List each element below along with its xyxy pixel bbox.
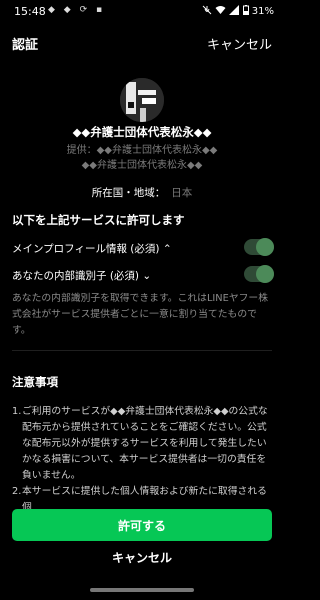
notification-icons: ◆ ◆ ⟳ ▪ bbox=[48, 5, 106, 15]
country-label: 所在国・地域： bbox=[91, 187, 166, 199]
toggle-knob bbox=[256, 238, 274, 256]
page-title: 認証 bbox=[12, 38, 39, 53]
country-value: 日本 bbox=[171, 187, 193, 199]
permission-toggle[interactable] bbox=[244, 238, 274, 256]
battery-percent: 31% bbox=[251, 6, 274, 17]
service-name: ◆◆弁護士団体代表松永◆◆ bbox=[72, 125, 212, 139]
permission-label[interactable]: メインプロフィール情報 (必須) ⌃ bbox=[12, 241, 172, 256]
status-right-icons: 31% bbox=[202, 5, 274, 17]
battery-icon bbox=[242, 5, 249, 15]
cancel-button[interactable]: キャンセル bbox=[0, 549, 284, 567]
permission-label[interactable]: あなたの内部識別子 (必須) ⌄ bbox=[12, 268, 151, 283]
provider-line: 提供：◆◆弁護士団体代表松永◆◆ bbox=[66, 145, 218, 156]
provider-line-2: ◆◆弁護士団体代表松永◆◆ bbox=[81, 160, 203, 171]
status-time: 15:48 bbox=[14, 5, 46, 18]
permission-main-profile[interactable]: メインプロフィール情報 (必須) ⌃ bbox=[12, 238, 274, 259]
permission-toggle[interactable] bbox=[244, 265, 274, 283]
header: 認証 キャンセル bbox=[0, 30, 284, 56]
mute-icon bbox=[202, 5, 212, 15]
notice-number: 2. bbox=[12, 486, 22, 497]
permissions-title: 以下を上記サービスに許可します bbox=[12, 213, 185, 227]
permission-internal-id[interactable]: あなたの内部識別子 (必須) ⌄ bbox=[12, 265, 274, 286]
toggle-knob bbox=[256, 265, 274, 283]
header-cancel-button[interactable]: キャンセル bbox=[207, 34, 272, 53]
permission-description: あなたの内部識別子を取得できます。これはLINEヤフー株式会社がサービス提供者ご… bbox=[12, 293, 269, 336]
allow-button[interactable]: 許可する bbox=[12, 509, 272, 541]
signal-icon bbox=[229, 5, 240, 15]
status-bar: 15:48 ◆ ◆ ⟳ ▪ 31% bbox=[0, 0, 284, 24]
divider bbox=[12, 350, 272, 351]
notice-number: 1. bbox=[12, 406, 22, 417]
notice-text: ご利用のサービスが◆◆弁護士団体代表松永◆◆の公式な配布元から提供されていること… bbox=[22, 406, 268, 481]
gesture-nav-bar[interactable] bbox=[90, 588, 194, 592]
country-row: 所在国・地域： 日本 bbox=[0, 185, 284, 200]
wifi-icon bbox=[215, 6, 226, 14]
service-avatar bbox=[120, 78, 164, 122]
notice-title: 注意事項 bbox=[12, 375, 58, 389]
